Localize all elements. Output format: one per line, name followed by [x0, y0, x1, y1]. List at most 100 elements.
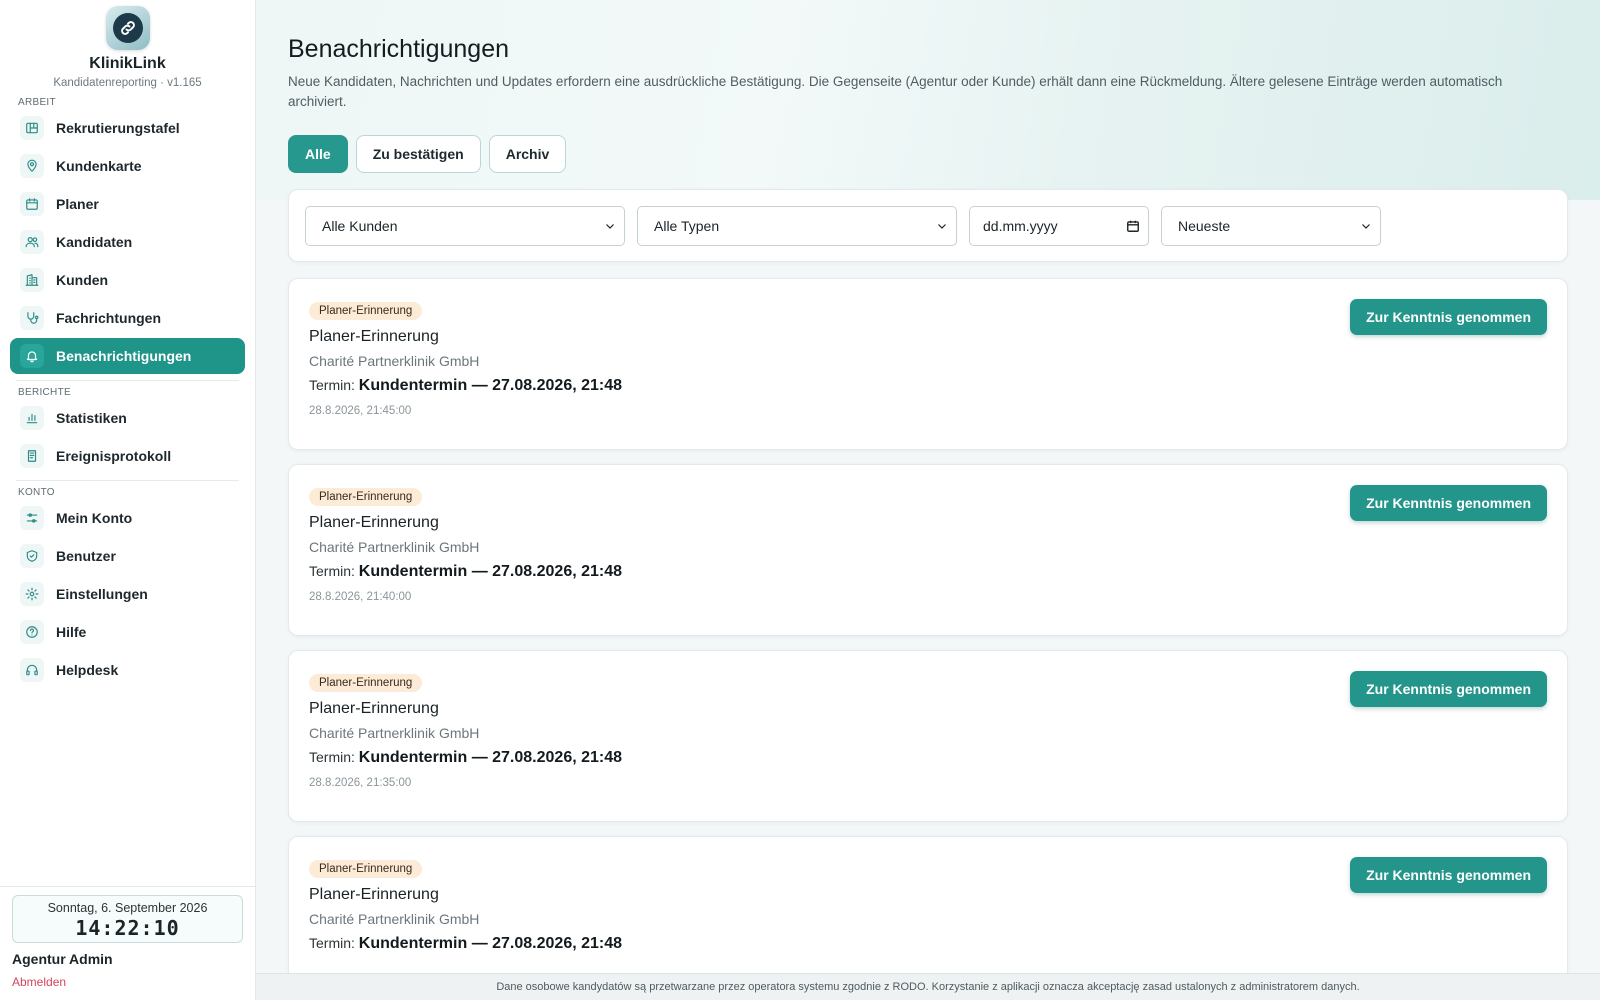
sidebar-item-label: Einstellungen [56, 586, 148, 602]
notification-timestamp: 28.8.2026, 21:40:00 [309, 591, 412, 603]
term-value: Kundentermin — 27.08.2026, 21:48 [358, 935, 623, 952]
sidebar-item-kundenkarte[interactable]: Kundenkarte [10, 148, 245, 184]
sidebar-item-kandidaten[interactable]: Kandidaten [10, 224, 245, 260]
users-icon [20, 230, 44, 254]
tab-archiv[interactable]: Archiv [488, 135, 567, 173]
map-pin-icon [20, 154, 44, 178]
notification-timestamp: 28.8.2026, 21:45:00 [309, 405, 412, 417]
sidebar-item-label: Ereignisprotokoll [56, 448, 172, 464]
notification-timestamp: 28.8.2026, 21:35:00 [309, 777, 412, 789]
term-label: Termin: [309, 749, 355, 765]
acknowledge-button[interactable]: Zur Kenntnis genommen [1350, 299, 1547, 335]
log-icon [20, 444, 44, 468]
notification-client: Charité Partnerklinik GmbH [309, 539, 480, 555]
bar-chart-icon [20, 406, 44, 430]
notification-card: Planer-Erinnerung Planer-Erinnerung Char… [288, 650, 1568, 822]
term-label: Termin: [309, 935, 355, 951]
date-input-placeholder: dd.mm.yyyy [983, 217, 1058, 234]
sidebar-item-label: Kundenkarte [56, 158, 142, 174]
notification-client: Charité Partnerklinik GmbH [309, 353, 480, 369]
sidebar-item-label: Benachrichtigungen [56, 348, 192, 364]
current-user: Agentur Admin [12, 951, 113, 967]
page-title: Benachrichtigungen [288, 35, 509, 63]
sidebar-item-hilfe[interactable]: Hilfe [10, 614, 245, 650]
term-value: Kundentermin — 27.08.2026, 21:48 [358, 563, 623, 580]
section-label-arbeit: ARBEIT [18, 97, 56, 108]
section-label-berichte: BERICHTE [18, 387, 71, 398]
help-icon [20, 620, 44, 644]
logout-link[interactable]: Abmelden [12, 975, 243, 989]
sidebar-item-ereignisprotokoll[interactable]: Ereignisprotokoll [10, 438, 245, 474]
sidebar-item-label: Kandidaten [56, 234, 133, 250]
term-label: Termin: [309, 377, 355, 393]
sliders-icon [20, 506, 44, 530]
sidebar-item-label: Hilfe [56, 624, 87, 640]
sidebar-item-label: Helpdesk [56, 662, 119, 678]
sidebar-item-planer[interactable]: Planer [10, 186, 245, 222]
sidebar-item-benutzer[interactable]: Benutzer [10, 538, 245, 574]
sidebar-item-fachrichtungen[interactable]: Fachrichtungen [10, 300, 245, 336]
chevron-down-icon [938, 223, 946, 229]
filter-bar: Alle Kunden Alle Typen dd.mm.yyyy Neuest… [288, 189, 1568, 262]
term-value: Kundentermin — 27.08.2026, 21:48 [358, 749, 623, 766]
type-select-value: Alle Typen [654, 217, 720, 234]
acknowledge-button[interactable]: Zur Kenntnis genommen [1350, 857, 1547, 893]
sidebar-item-label: Statistiken [56, 410, 127, 426]
notification-term: Termin: Kundentermin — 27.08.2026, 21:48 [309, 377, 1547, 395]
type-badge: Planer-Erinnerung [309, 674, 423, 692]
notification-term: Termin: Kundentermin — 27.08.2026, 21:48 [309, 563, 1547, 581]
acknowledge-button[interactable]: Zur Kenntnis genommen [1350, 485, 1547, 521]
sidebar-item-kunden[interactable]: Kunden [10, 262, 245, 298]
link-icon [112, 13, 143, 43]
sidebar-item-statistiken[interactable]: Statistiken [10, 400, 245, 436]
gdpr-footer: Dane osobowe kandydatów są przetwarzane … [256, 973, 1600, 1000]
app-version: Kandidatenreporting · v1.165 [53, 77, 202, 89]
calendar-icon[interactable] [1126, 219, 1140, 233]
building-icon [20, 268, 44, 292]
main-content: Benachrichtigungen Neue Kandidaten, Nach… [256, 0, 1600, 1000]
client-select-value: Alle Kunden [322, 217, 398, 234]
app-logo[interactable] [105, 6, 150, 50]
sidebar-item-benachrichtigungen[interactable]: Benachrichtigungen [10, 338, 245, 374]
sidebar-item-label: Rekrutierungstafel [56, 120, 180, 136]
sidebar-item-einstellungen[interactable]: Einstellungen [10, 576, 245, 612]
shield-icon [20, 544, 44, 568]
type-badge: Planer-Erinnerung [309, 860, 423, 878]
type-badge: Planer-Erinnerung [309, 488, 423, 506]
page-description: Neue Kandidaten, Nachrichten und Updates… [288, 74, 1503, 109]
type-badge: Planer-Erinnerung [309, 302, 423, 320]
sidebar-item-label: Fachrichtungen [56, 310, 162, 326]
sidebar-item-mein-konto[interactable]: Mein Konto [10, 500, 245, 536]
sidebar-item-rekrutierungstafel[interactable]: Rekrutierungstafel [10, 110, 245, 146]
term-label: Termin: [309, 563, 355, 579]
client-select[interactable]: Alle Kunden [305, 205, 625, 246]
sidebar-item-label: Kunden [56, 272, 109, 288]
term-value: Kundentermin — 27.08.2026, 21:48 [358, 377, 623, 394]
type-select[interactable]: Alle Typen [637, 205, 957, 246]
notification-client: Charité Partnerklinik GmbH [309, 911, 480, 927]
tab-alle[interactable]: Alle [288, 135, 348, 173]
tab-zu-bestaetigen[interactable]: Zu bestätigen [355, 135, 481, 173]
clock-time: 14:22:10 [75, 916, 180, 940]
sidebar-footer: Sonntag, 6. September 2026 14:22:10 Agen… [0, 886, 255, 1000]
section-label-konto: KONTO [18, 487, 55, 498]
notification-term: Termin: Kundentermin — 27.08.2026, 21:48 [309, 749, 1547, 767]
sidebar-item-helpdesk[interactable]: Helpdesk [10, 652, 245, 688]
chevron-down-icon [606, 223, 614, 229]
sort-select-value: Neueste [1178, 217, 1231, 234]
sidebar-divider [16, 480, 239, 481]
board-icon [20, 116, 44, 140]
calendar-icon [20, 192, 44, 216]
sort-select[interactable]: Neueste [1161, 205, 1381, 246]
notification-card: Planer-Erinnerung Planer-Erinnerung Char… [288, 278, 1568, 450]
bell-icon [20, 344, 44, 368]
date-input[interactable]: dd.mm.yyyy [969, 205, 1149, 246]
sidebar-item-label: Planer [56, 196, 99, 212]
headset-icon [20, 658, 44, 682]
sidebar-item-label: Benutzer [56, 548, 116, 564]
acknowledge-button[interactable]: Zur Kenntnis genommen [1350, 671, 1547, 707]
clock-date: Sonntag, 6. September 2026 [47, 901, 208, 915]
brand: KlinikLink Kandidatenreporting · v1.165 [0, 0, 255, 89]
notification-term: Termin: Kundentermin — 27.08.2026, 21:48 [309, 935, 1547, 953]
notification-card: Planer-Erinnerung Planer-Erinnerung Char… [288, 464, 1568, 636]
